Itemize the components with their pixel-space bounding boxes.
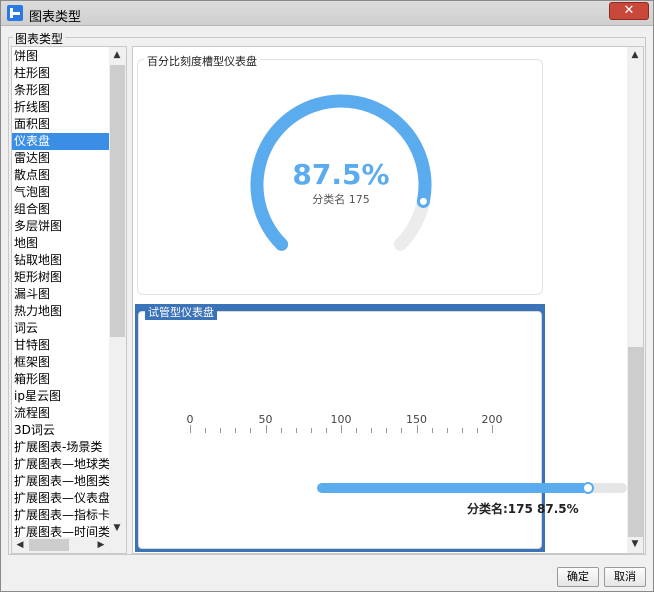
chart-type-item[interactable]: 矩形树图	[12, 269, 109, 286]
title-bar[interactable]: 图表类型 ✕	[1, 1, 653, 26]
preview-scroll-thumb[interactable]	[628, 347, 643, 537]
chart-type-item[interactable]: 甘特图	[12, 337, 109, 354]
ok-button[interactable]: 确定	[557, 567, 599, 587]
tube-caption: 分类名:175 87.5%	[467, 502, 579, 516]
tube-tick	[310, 428, 312, 433]
group-label: 图表类型	[13, 30, 66, 47]
list-vertical-scrollbar[interactable]: ▲ ▼	[109, 47, 126, 537]
tube-tick	[492, 425, 493, 433]
chart-type-item[interactable]: 组合图	[12, 201, 109, 218]
chart-type-item[interactable]: 折线图	[12, 99, 109, 116]
list-horizontal-scrollbar[interactable]: ◀ ▶	[12, 537, 126, 553]
chart-type-item[interactable]: 流程图	[12, 405, 109, 422]
tube-fill	[317, 483, 589, 493]
chart-type-item[interactable]: 钻取地图	[12, 252, 109, 269]
tube-track	[317, 482, 627, 494]
tube-tick	[235, 428, 237, 433]
scroll-left-icon[interactable]: ◀	[13, 538, 27, 552]
list-hscroll-thumb[interactable]	[29, 539, 69, 551]
tube-tick	[280, 428, 282, 433]
gauge-value: 87.5%	[292, 158, 390, 191]
tube-tick	[371, 428, 373, 433]
tube-tick	[325, 428, 327, 433]
chart-type-item[interactable]: 柱形图	[12, 65, 109, 82]
chart-type-list[interactable]: 饼图 柱形图 条形图 折线图 面积图 仪表盘 雷达图 散点图 气泡图 组合图 多层饼图 地图 钻取地图矩…	[11, 46, 127, 554]
gauge-category: 分类名 175	[312, 193, 370, 206]
tube-tick	[416, 425, 418, 433]
tube-tick	[341, 425, 342, 433]
chart-type-item[interactable]: 漏斗图	[12, 286, 109, 303]
close-button[interactable]: ✕	[609, 2, 649, 20]
tube-tick	[356, 428, 358, 433]
tube-tick	[386, 428, 388, 433]
chart-type-item[interactable]: 气泡图	[12, 184, 109, 201]
chart-type-item[interactable]: 地图	[12, 235, 109, 252]
preview-vertical-scrollbar[interactable]: ▲ ▼	[627, 47, 643, 553]
chart-type-item[interactable]: 框架图	[12, 354, 109, 371]
chart-type-item[interactable]: 饼图	[12, 48, 109, 65]
tube-tick	[295, 428, 297, 433]
tube-tick	[190, 425, 191, 433]
scroll-right-icon[interactable]: ▶	[94, 538, 108, 552]
tube-tick	[461, 428, 463, 433]
chart-type-item[interactable]: 雷达图	[12, 150, 109, 167]
tube-tick	[431, 428, 433, 433]
chart-type-item[interactable]: 箱形图	[12, 371, 109, 388]
chart-type-item[interactable]: 多层饼图	[12, 218, 109, 235]
chart-type-item[interactable]: 扩展图表—地图类	[12, 473, 109, 490]
chart-type-item[interactable]: 扩展图表—地球类	[12, 456, 109, 473]
chart-type-item[interactable]: 扩展图表—指标卡类	[12, 507, 109, 524]
app-logo-icon	[7, 5, 23, 21]
scroll-down-icon[interactable]: ▼	[628, 537, 642, 551]
window-title: 图表类型	[29, 10, 82, 25]
tube-tick	[401, 428, 403, 433]
preview-panel: 百分比刻度槽型仪表盘 87.5% 分类名 175 试管型仪表盘 0 50 100 15…	[132, 46, 644, 554]
tube-tick	[205, 428, 207, 433]
chart-type-item[interactable]: 仪表盘	[12, 133, 109, 150]
gauge-card-percent-groove[interactable]: 百分比刻度槽型仪表盘 87.5% 分类名 175	[137, 53, 543, 295]
tube-tick	[265, 425, 267, 433]
chart-type-item[interactable]: 面积图	[12, 116, 109, 133]
chart-type-item[interactable]: 扩展图表—仪表盘类	[12, 490, 109, 507]
card-title: 试管型仪表盘	[145, 304, 217, 320]
tube-tick	[250, 428, 252, 433]
scroll-up-icon[interactable]: ▲	[110, 48, 124, 62]
cancel-button[interactable]: 取消	[604, 567, 646, 587]
chart-type-item[interactable]: 扩展图表-场景类	[12, 439, 109, 456]
tube-knob	[582, 482, 595, 494]
scroll-down-icon[interactable]: ▼	[110, 521, 124, 535]
list-scroll-thumb[interactable]	[110, 65, 125, 337]
tube-tick	[476, 428, 478, 433]
chart-type-item[interactable]: 热力地图	[12, 303, 109, 320]
chart-type-item[interactable]: 3D词云	[12, 422, 109, 439]
tube-tick	[446, 428, 448, 433]
chart-type-item[interactable]: 散点图	[12, 167, 109, 184]
scroll-up-icon[interactable]: ▲	[628, 48, 642, 62]
tube-tick	[220, 428, 222, 433]
chart-type-item[interactable]: ip星云图	[12, 388, 109, 405]
chart-type-item[interactable]: 条形图	[12, 82, 109, 99]
chart-type-item[interactable]: 词云	[12, 320, 109, 337]
